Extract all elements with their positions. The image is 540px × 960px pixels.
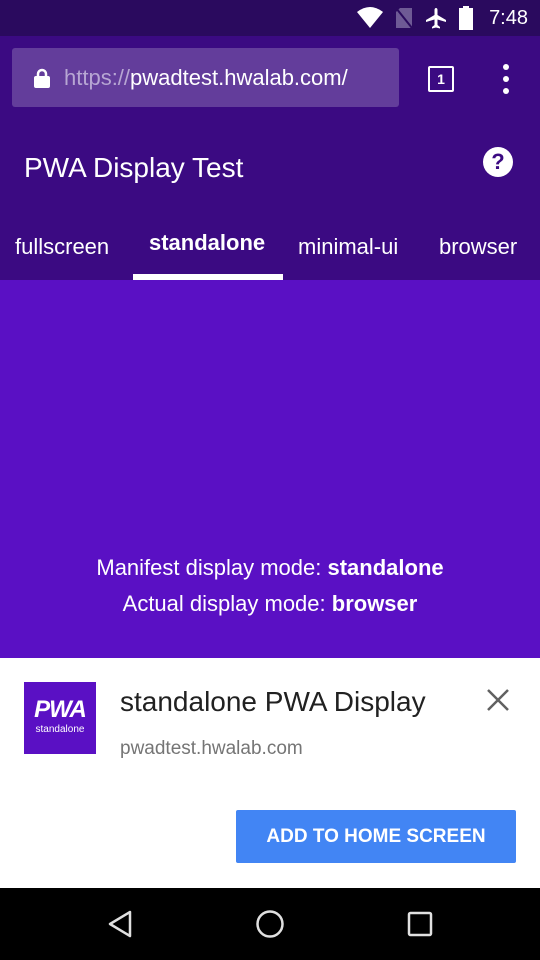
- help-icon[interactable]: ?: [483, 147, 513, 177]
- manifest-label: Manifest display mode:: [96, 555, 328, 580]
- home-icon[interactable]: [254, 908, 286, 940]
- app-icon-text: PWA: [34, 696, 87, 723]
- url-scheme: https://: [64, 64, 131, 90]
- tab-browser[interactable]: browser: [439, 220, 539, 280]
- more-menu-button[interactable]: [500, 64, 512, 94]
- airplane-mode-icon: [426, 8, 447, 29]
- tab-fullscreen[interactable]: fullscreen: [15, 220, 125, 280]
- tab-standalone[interactable]: standalone: [149, 220, 279, 280]
- app-header: PWA Display Test ? fullscreen standalone…: [0, 120, 540, 280]
- app-icon-subtext: standalone: [35, 724, 85, 735]
- url-host: pwadtest.hwalab.com/: [130, 64, 348, 90]
- browser-toolbar: https://pwadtest.hwalab.com/ 1: [0, 36, 540, 120]
- manifest-value: standalone: [327, 555, 444, 580]
- actual-display-mode: Actual display mode: browser: [0, 586, 540, 622]
- tab-count: 1: [437, 71, 445, 87]
- status-bar: 7:48: [0, 0, 540, 36]
- battery-icon: [459, 6, 474, 30]
- close-icon[interactable]: [484, 686, 512, 714]
- url-text[interactable]: https://pwadtest.hwalab.com/: [64, 65, 386, 91]
- tab-switcher-button[interactable]: 1: [428, 66, 454, 92]
- add-to-home-screen-button[interactable]: ADD TO HOME SCREEN: [236, 810, 516, 863]
- back-icon[interactable]: [104, 908, 136, 940]
- app-icon: PWA standalone: [24, 682, 96, 754]
- tab-minimal-ui[interactable]: minimal-ui: [298, 220, 418, 280]
- manifest-display-mode: Manifest display mode: standalone: [0, 550, 540, 586]
- recents-icon[interactable]: [404, 908, 436, 940]
- actual-label: Actual display mode:: [122, 591, 332, 616]
- clock: 7:48: [489, 6, 528, 29]
- tab-label: fullscreen: [15, 234, 110, 259]
- lock-icon: [34, 68, 50, 88]
- tab-label: minimal-ui: [298, 234, 399, 259]
- no-sim-icon: [395, 7, 413, 29]
- install-banner: PWA standalone standalone PWA Display pw…: [0, 658, 540, 888]
- tab-label: standalone: [149, 230, 266, 255]
- page-title: PWA Display Test: [24, 152, 244, 183]
- tab-label: browser: [439, 234, 518, 259]
- actual-value: browser: [331, 591, 418, 616]
- navigation-bar: [0, 888, 540, 960]
- display-mode-tabs: fullscreen standalone minimal-ui browser: [0, 220, 540, 280]
- banner-url: pwadtest.hwalab.com: [120, 738, 303, 759]
- main-content: Manifest display mode: standalone Actual…: [0, 280, 540, 658]
- wifi-icon: [357, 7, 384, 28]
- banner-title: standalone PWA Display: [120, 686, 426, 717]
- url-bar[interactable]: https://pwadtest.hwalab.com/: [12, 48, 399, 107]
